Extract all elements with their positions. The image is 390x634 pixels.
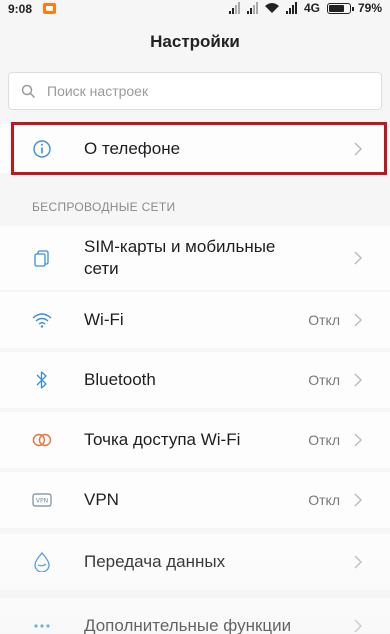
hotspot-icon xyxy=(30,428,54,452)
settings-item-label: SIM-карты и мобильные сети xyxy=(84,237,276,278)
settings-item-data-usage[interactable]: Передача данных xyxy=(0,534,390,590)
chevron-right-icon xyxy=(354,493,362,507)
chevron-right-icon xyxy=(354,555,362,569)
settings-item-label: Bluetooth xyxy=(84,370,156,389)
settings-item-label: VPN xyxy=(84,490,119,509)
vpn-icon: VPN xyxy=(30,488,54,512)
settings-item-about-phone[interactable]: О телефоне xyxy=(0,124,390,173)
settings-item-label: Дополнительные функции xyxy=(84,616,292,634)
chevron-right-icon xyxy=(354,313,362,327)
notification-icon xyxy=(43,3,56,14)
sim-card-icon xyxy=(30,246,54,270)
status-bar: 9:08 4G 79% xyxy=(0,0,390,22)
info-icon xyxy=(30,137,54,161)
network-type: 4G xyxy=(303,1,320,15)
more-icon xyxy=(30,614,54,634)
signal-icon xyxy=(228,2,240,14)
battery-icon xyxy=(326,2,354,14)
page-title: Настройки xyxy=(150,32,240,51)
status-time: 9:08 xyxy=(8,2,33,16)
settings-item-more[interactable]: Дополнительные функции xyxy=(0,598,390,634)
settings-item-label: О телефоне xyxy=(84,139,181,158)
battery-fill xyxy=(328,4,344,12)
settings-item-vpn[interactable]: VPN VPN Откл xyxy=(0,472,390,528)
chevron-right-icon xyxy=(354,142,362,156)
settings-item-label: Wi-Fi xyxy=(84,310,124,329)
battery-percent: 79% xyxy=(357,1,382,15)
settings-item-bluetooth[interactable]: Bluetooth Откл xyxy=(0,352,390,408)
wifi-icon xyxy=(30,308,54,332)
settings-item-hotspot[interactable]: Точка доступа Wi-Fi Откл xyxy=(0,412,390,468)
search-bar[interactable] xyxy=(8,72,382,110)
search-icon xyxy=(21,84,35,98)
settings-item-label: Точка доступа Wi-Fi xyxy=(84,430,241,449)
settings-item-value: Откл xyxy=(308,492,340,508)
settings-item-value: Откл xyxy=(308,312,340,328)
data-usage-icon xyxy=(30,550,54,574)
settings-screen: 9:08 4G 79% Настройки Поиск настроек О т… xyxy=(0,0,390,634)
svg-text:VPN: VPN xyxy=(36,498,48,505)
section-header-wireless: БЕСПРОВОДНЫЕ СЕТИ xyxy=(32,200,176,214)
search-input[interactable] xyxy=(47,83,381,99)
settings-item-wifi[interactable]: Wi-Fi Откл xyxy=(0,292,390,348)
chevron-right-icon xyxy=(354,619,362,633)
chevron-right-icon xyxy=(354,373,362,387)
chevron-right-icon xyxy=(354,433,362,447)
chevron-right-icon xyxy=(354,251,362,265)
wifi-status-icon xyxy=(264,3,279,13)
bluetooth-icon xyxy=(30,368,54,392)
settings-item-value: Откл xyxy=(308,432,340,448)
settings-item-sim[interactable]: SIM-карты и мобильные сети xyxy=(0,226,390,290)
signal-4g-icon xyxy=(285,2,297,14)
settings-item-value: Откл xyxy=(308,372,340,388)
settings-item-label: Передача данных xyxy=(84,552,226,571)
signal-icon-2 xyxy=(246,2,258,14)
